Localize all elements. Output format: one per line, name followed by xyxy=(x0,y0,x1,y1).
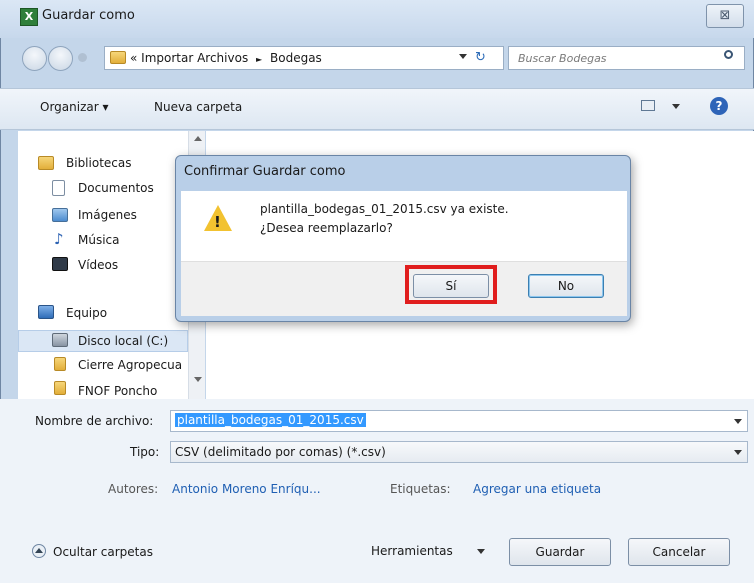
chevron-up-icon xyxy=(35,548,43,553)
search-placeholder: Buscar Bodegas xyxy=(518,52,607,65)
view-dropdown-icon[interactable] xyxy=(672,104,680,109)
filename-value: plantilla_bodegas_01_2015.csv xyxy=(175,413,366,427)
folder-icon xyxy=(54,357,66,371)
sidebar-item-folder[interactable]: Cierre Agropecua xyxy=(78,358,188,372)
view-options-icon[interactable] xyxy=(641,100,655,111)
new-folder-button[interactable]: Nueva carpeta xyxy=(154,100,242,114)
hide-folders-button[interactable]: Ocultar carpetas xyxy=(53,545,153,559)
breadcrumb-item[interactable]: Bodegas xyxy=(270,51,322,65)
music-icon: ♪ xyxy=(54,230,64,248)
tools-dropdown-icon[interactable] xyxy=(477,549,485,554)
tags-value[interactable]: Agregar una etiqueta xyxy=(473,482,601,496)
sidebar-item-computer[interactable]: Equipo xyxy=(66,306,107,320)
videos-icon xyxy=(52,257,68,271)
cancel-button[interactable]: Cancelar xyxy=(628,538,730,566)
documents-icon xyxy=(52,180,65,196)
sidebar-item-documents[interactable]: Documentos xyxy=(78,181,154,195)
sidebar-item-pictures[interactable]: Imágenes xyxy=(78,208,137,222)
breadcrumb-separator: ► xyxy=(256,55,263,64)
back-button[interactable] xyxy=(22,46,47,71)
refresh-icon[interactable]: ↻ xyxy=(475,50,486,65)
authors-label: Autores: xyxy=(108,482,159,496)
tools-button[interactable]: Herramientas xyxy=(371,544,453,558)
window-title: Guardar como xyxy=(42,8,135,23)
libraries-icon xyxy=(38,156,54,170)
sidebar-item-music[interactable]: Música xyxy=(78,233,120,247)
forward-button[interactable] xyxy=(48,46,73,71)
confirm-message-line1: plantilla_bodegas_01_2015.csv ya existe. xyxy=(260,202,509,216)
address-dropdown-icon[interactable] xyxy=(459,54,467,59)
save-button[interactable]: Guardar xyxy=(509,538,611,566)
filename-dropdown-icon[interactable] xyxy=(734,419,742,424)
help-icon[interactable]: ? xyxy=(710,97,728,115)
search-icon[interactable] xyxy=(724,50,733,59)
confirm-dialog-title: Confirmar Guardar como xyxy=(184,164,346,179)
scroll-down-icon[interactable] xyxy=(194,377,202,382)
filename-label: Nombre de archivo: xyxy=(35,414,154,428)
no-button[interactable]: No xyxy=(528,274,604,298)
drive-icon xyxy=(52,333,68,347)
breadcrumb: « Importar Archivos ► Bodegas xyxy=(130,51,322,65)
folder-icon xyxy=(54,381,66,395)
tags-label: Etiquetas: xyxy=(390,482,451,496)
recent-pages-icon[interactable] xyxy=(78,53,87,62)
sidebar-item-videos[interactable]: Vídeos xyxy=(78,258,118,272)
filename-selected-text: plantilla_bodegas_01_2015.csv xyxy=(175,413,366,427)
close-button[interactable]: ⊠ xyxy=(706,4,744,28)
sidebar-item-folder[interactable]: FNOF Poncho xyxy=(78,384,157,398)
breadcrumb-item[interactable]: « Importar Archivos xyxy=(130,51,248,65)
sidebar-item-libraries[interactable]: Bibliotecas xyxy=(66,156,131,170)
yes-button-highlight xyxy=(405,265,497,304)
authors-value[interactable]: Antonio Moreno Enríqu... xyxy=(172,482,321,496)
scroll-up-icon[interactable] xyxy=(194,136,202,141)
excel-app-icon: X xyxy=(20,8,38,26)
warning-exclamation-icon: ! xyxy=(214,213,221,231)
type-dropdown-icon[interactable] xyxy=(734,450,742,455)
confirm-message-line2: ¿Desea reemplazarlo? xyxy=(260,221,393,235)
sidebar-item-local-disk[interactable]: Disco local (C:) xyxy=(78,334,168,348)
pictures-icon xyxy=(52,208,68,222)
type-label: Tipo: xyxy=(130,445,160,459)
folder-icon xyxy=(110,51,126,64)
computer-icon xyxy=(38,305,54,319)
type-value: CSV (delimitado por comas) (*.csv) xyxy=(175,445,386,459)
organize-button[interactable]: Organizar ▾ xyxy=(40,100,109,114)
